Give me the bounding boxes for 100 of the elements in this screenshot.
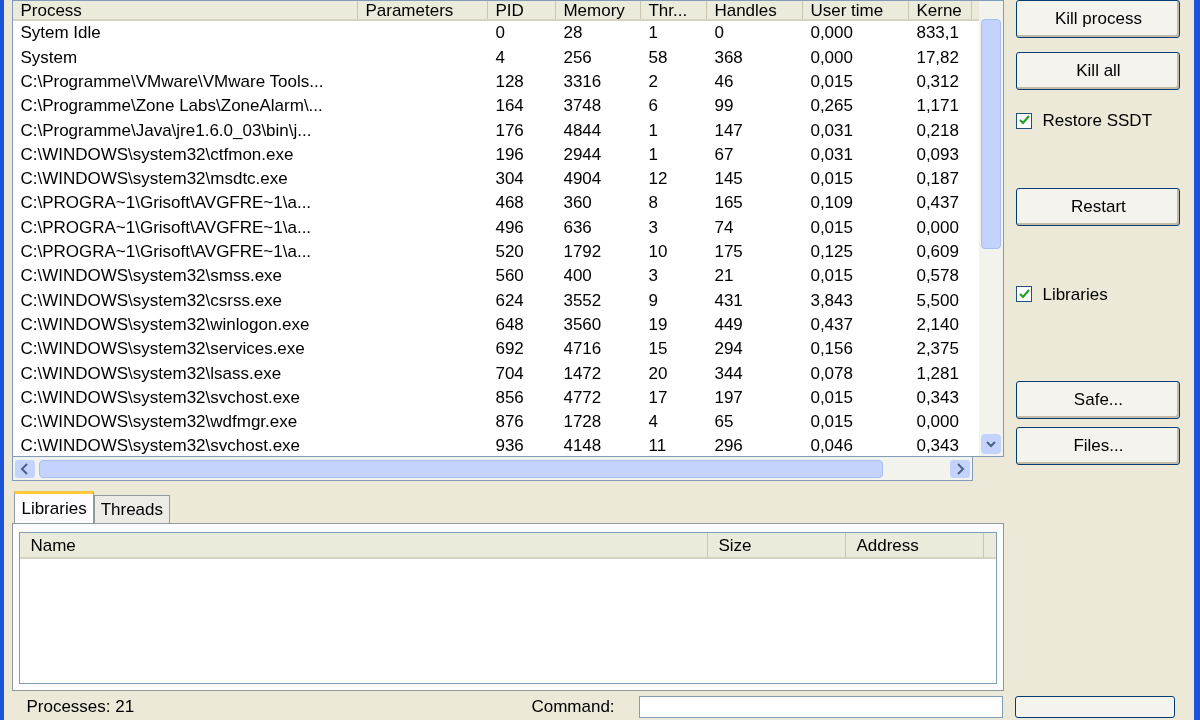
action-button[interactable]: Safe... bbox=[1016, 381, 1181, 419]
column-header[interactable]: Size bbox=[708, 533, 847, 557]
table-cell: 0 bbox=[495, 23, 505, 43]
process-row[interactable]: C:\WINDOWS\system32\msdtc.exe 304 4904 12 145 0,015 0,187 bbox=[13, 166, 980, 192]
column-header[interactable]: Kerne bbox=[909, 1, 973, 19]
table-cell: 10 bbox=[648, 242, 668, 262]
process-row[interactable]: C:\WINDOWS\system32\services.exe 692 4716 15 294 0,156 2,375 bbox=[13, 336, 980, 362]
table-cell: 1728 bbox=[563, 412, 602, 432]
action-button[interactable]: Kill all bbox=[1016, 52, 1181, 90]
command-field[interactable] bbox=[639, 696, 1004, 718]
table-cell: 360 bbox=[563, 193, 592, 213]
table-cell: 0,015 bbox=[810, 387, 853, 407]
table-cell: C:\WINDOWS\system32\lsass.exe bbox=[20, 363, 282, 383]
table-cell: 20 bbox=[648, 363, 668, 383]
table-cell: 21 bbox=[714, 266, 734, 286]
table-cell: 4 bbox=[648, 412, 658, 432]
table-cell: 0,031 bbox=[810, 120, 853, 140]
table-cell: 0,312 bbox=[916, 72, 959, 91]
table-cell: 560 bbox=[495, 266, 524, 286]
table-cell: 0,609 bbox=[916, 242, 959, 262]
action-button[interactable]: Files... bbox=[1016, 427, 1181, 465]
process-row[interactable]: C:\WINDOWS\system32\svchost.exe 936 4148 11 296 0,046 0,343 bbox=[13, 434, 980, 459]
action-button[interactable]: Kill process bbox=[1016, 0, 1181, 38]
table-cell: 8 bbox=[648, 193, 658, 213]
table-cell: 304 bbox=[495, 169, 524, 189]
process-row[interactable]: C:\WINDOWS\system32\lsass.exe 704 1472 20 344 0,078 1,281 bbox=[13, 361, 980, 386]
table-cell: 624 bbox=[495, 290, 524, 310]
process-row[interactable]: C:\Programme\Java\jre1.6.0_03\bin\j... 176 4844 1 147 0,031 0,218 bbox=[13, 118, 980, 143]
process-row[interactable]: C:\WINDOWS\system32\smss.exe 560 400 3 21 0,015 0,578 bbox=[13, 263, 980, 289]
checkbox[interactable] bbox=[1016, 112, 1033, 129]
table-cell: 74 bbox=[714, 217, 734, 237]
table-cell: 12 bbox=[648, 169, 668, 189]
table-cell: 0,000 bbox=[810, 23, 853, 43]
table-cell: 294 bbox=[714, 339, 743, 359]
process-row[interactable]: C:\PROGRA~1\Grisoft\AVGFRE~1\a... 496 636 3 74 0,015 0,000 bbox=[13, 215, 980, 240]
table-cell: 636 bbox=[563, 217, 592, 237]
table-cell: 0,031 bbox=[810, 144, 853, 164]
tab[interactable]: Libraries bbox=[14, 491, 94, 523]
column-header[interactable]: Name bbox=[20, 533, 709, 557]
table-cell: 496 bbox=[495, 217, 524, 237]
table-cell: 147 bbox=[714, 120, 743, 140]
column-header[interactable]: Process bbox=[13, 1, 359, 19]
table-cell: 1472 bbox=[563, 363, 602, 383]
table-cell: 2,375 bbox=[916, 339, 959, 359]
table-cell: 449 bbox=[714, 314, 743, 334]
table-cell: 692 bbox=[495, 339, 524, 359]
table-cell: 5,500 bbox=[916, 290, 959, 310]
process-row[interactable]: C:\Programme\VMware\VMware Tools... 128 3316 2 46 0,015 0,312 bbox=[13, 69, 980, 94]
table-cell: 0,125 bbox=[810, 242, 853, 262]
table-cell: 704 bbox=[495, 363, 524, 383]
column-header[interactable]: Parameters bbox=[358, 1, 489, 19]
table-cell: 3748 bbox=[563, 96, 602, 116]
check-icon bbox=[1018, 288, 1030, 300]
table-cell: 3552 bbox=[563, 290, 602, 310]
column-header[interactable]: Address bbox=[846, 533, 985, 557]
process-row[interactable]: C:\WINDOWS\system32\ctfmon.exe 196 2944 1 67 0,031 0,093 bbox=[13, 142, 980, 167]
table-cell: 856 bbox=[495, 387, 524, 407]
vertical-scrollbar[interactable] bbox=[979, 1, 1004, 456]
column-header[interactable]: User time bbox=[803, 1, 910, 19]
process-row[interactable]: C:\WINDOWS\system32\csrss.exe 624 3552 9 431 3,843 5,500 bbox=[13, 288, 980, 313]
action-button[interactable]: Restart bbox=[1016, 187, 1181, 226]
process-row[interactable]: C:\WINDOWS\system32\wdfmgr.exe 876 1728 4 65 0,015 0,000 bbox=[13, 409, 980, 435]
column-header[interactable]: PID bbox=[488, 1, 557, 19]
process-row[interactable]: C:\WINDOWS\system32\svchost.exe 856 4772 17 197 0,015 0,343 bbox=[13, 385, 980, 410]
process-count: Processes: 21 bbox=[26, 696, 136, 719]
process-row[interactable]: C:\WINDOWS\system32\winlogon.exe 648 3560 19 449 0,437 2,140 bbox=[13, 312, 980, 337]
table-cell: 0,000 bbox=[916, 217, 959, 237]
table-cell: C:\WINDOWS\system32\svchost.exe bbox=[20, 387, 301, 407]
table-cell: 3560 bbox=[563, 314, 602, 334]
table-cell: 11 bbox=[648, 436, 667, 456]
table-cell: 3 bbox=[648, 217, 658, 237]
table-cell: 1792 bbox=[563, 242, 602, 262]
column-header[interactable]: Handles bbox=[707, 1, 804, 19]
process-row[interactable]: C:\PROGRA~1\Grisoft\AVGFRE~1\a... 468 360 8 165 0,109 0,437 bbox=[13, 191, 980, 216]
table-cell: 0,578 bbox=[916, 266, 959, 286]
command-label: Command: bbox=[531, 696, 616, 719]
table-cell: C:\WINDOWS\system32\ctfmon.exe bbox=[20, 144, 294, 164]
table-cell: 197 bbox=[714, 387, 743, 407]
table-cell: 0,218 bbox=[916, 120, 959, 140]
table-cell: 344 bbox=[714, 363, 743, 383]
checkbox[interactable] bbox=[1016, 286, 1033, 303]
table-cell: System bbox=[20, 47, 78, 67]
table-cell: C:\WINDOWS\system32\services.exe bbox=[20, 339, 305, 359]
table-cell: 4772 bbox=[563, 387, 602, 407]
table-cell: 176 bbox=[495, 120, 524, 140]
column-header[interactable]: Memory bbox=[556, 1, 642, 19]
process-row[interactable]: System 4 256 58 368 0,000 17,82 bbox=[13, 45, 980, 70]
table-cell: 17 bbox=[648, 387, 668, 407]
table-cell: 0,015 bbox=[810, 217, 853, 237]
table-cell: 256 bbox=[563, 47, 592, 67]
table-cell: 0,265 bbox=[810, 96, 853, 116]
process-row[interactable]: Sytem Idle 0 28 1 0 0,000 833,1 bbox=[13, 21, 980, 46]
table-cell: 0,187 bbox=[916, 169, 959, 189]
process-row[interactable]: C:\Programme\Zone Labs\ZoneAlarm\... 164 3748 6 99 0,265 1,171 bbox=[13, 93, 980, 119]
horizontal-scrollbar[interactable] bbox=[12, 457, 974, 481]
tab[interactable]: Threads bbox=[93, 495, 170, 523]
column-header[interactable]: Thr... bbox=[641, 1, 708, 19]
table-cell: 1,281 bbox=[916, 363, 959, 383]
process-row[interactable]: C:\PROGRA~1\Grisoft\AVGFRE~1\a... 520 1792 10 175 0,125 0,609 bbox=[13, 239, 980, 264]
button[interactable] bbox=[1015, 696, 1176, 718]
